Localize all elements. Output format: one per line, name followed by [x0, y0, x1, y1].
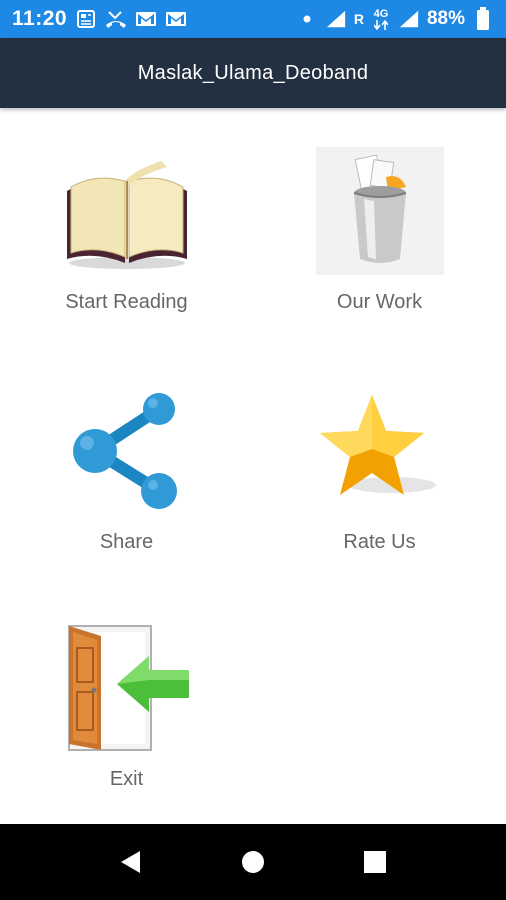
star-icon [314, 385, 446, 517]
network-type-icon: 4G [371, 8, 391, 30]
home-icon [242, 851, 264, 873]
gmail-icon [165, 8, 187, 30]
gmail-icon [135, 8, 157, 30]
network-type-label: 4G [373, 7, 389, 20]
recents-button[interactable] [345, 832, 405, 892]
battery-percent: 88% [426, 8, 465, 29]
news-icon [75, 8, 97, 30]
open-book-icon [61, 145, 193, 277]
exit-label: Exit [109, 768, 144, 790]
recents-icon [364, 851, 386, 873]
status-time: 11:20 [12, 7, 68, 30]
app-bar: Maslak_Ulama_Deoband [0, 38, 506, 108]
navigation-bar [0, 824, 506, 900]
dot-icon [296, 8, 318, 30]
signal-icon [325, 8, 347, 30]
paper-bin-icon [314, 145, 446, 277]
share-button[interactable]: Share [0, 385, 253, 585]
rate-us-button[interactable]: Rate Us [253, 385, 506, 585]
start-reading-button[interactable]: Start Reading [0, 145, 253, 345]
our-work-label: Our Work [336, 291, 423, 313]
status-left: 11:20 [12, 7, 187, 31]
exit-door-icon [61, 622, 193, 754]
share-label: Share [99, 531, 154, 553]
back-icon [121, 851, 140, 873]
battery-icon [472, 7, 494, 30]
back-button[interactable] [101, 832, 161, 892]
signal-icon [398, 8, 420, 30]
start-reading-label: Start Reading [65, 291, 188, 313]
status-bar: 11:20 R 4G 88% [0, 0, 506, 38]
rate-us-label: Rate Us [343, 531, 416, 553]
roaming-label: R [353, 11, 364, 27]
home-button[interactable] [223, 832, 283, 892]
exit-button[interactable]: Exit [0, 622, 253, 822]
missed-call-icon [105, 8, 127, 30]
our-work-button[interactable]: Our Work [253, 145, 506, 345]
share-icon [61, 385, 193, 517]
status-right: R 4G 88% [296, 7, 494, 30]
app-title: Maslak_Ulama_Deoband [137, 61, 369, 84]
